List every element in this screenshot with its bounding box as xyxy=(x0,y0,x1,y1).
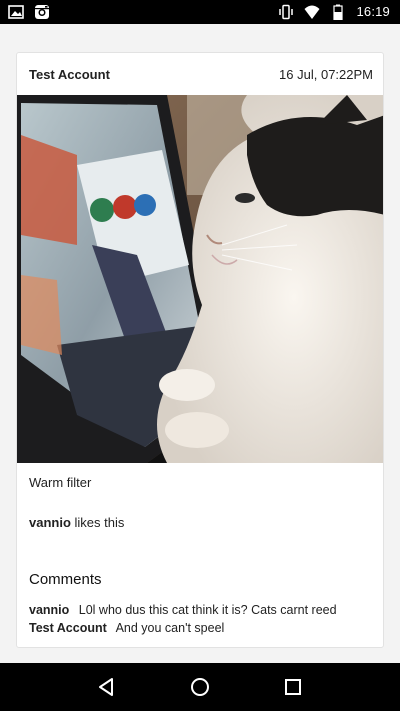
back-icon xyxy=(98,678,113,696)
post-likes: vannio likes this xyxy=(29,515,124,530)
wifi-icon xyxy=(304,5,320,19)
comment-text: And you can't speel xyxy=(115,621,225,635)
comment-user[interactable]: Test Account xyxy=(29,621,107,635)
recents-icon xyxy=(285,679,302,695)
instagram-icon xyxy=(35,5,49,19)
back-button[interactable] xyxy=(95,675,119,699)
comment-item: Test Account And you can't speel xyxy=(29,619,379,637)
post-timestamp: 16 Jul, 07:22PM xyxy=(279,66,373,82)
recents-button[interactable] xyxy=(281,675,305,699)
post-caption: Warm filter xyxy=(29,475,92,490)
post-card[interactable]: Test Account 16 Jul, 07:22PM Warm filter… xyxy=(16,52,384,648)
image-icon xyxy=(8,5,24,19)
home-icon xyxy=(190,678,209,696)
status-bar: 16:19 xyxy=(0,0,400,24)
battery-icon xyxy=(333,4,344,20)
comment-text: L0l who dus this cat think it is? Cats c… xyxy=(78,603,337,617)
comments-list: vannio L0l who dus this cat think it is?… xyxy=(29,601,379,637)
post-photo[interactable] xyxy=(17,95,383,463)
vibrate-icon xyxy=(279,4,294,20)
likes-text: likes this xyxy=(74,515,125,530)
likes-user[interactable]: vannio xyxy=(29,515,71,530)
comment-user[interactable]: vannio xyxy=(29,603,69,617)
comments-title: Comments xyxy=(29,571,102,588)
post-author[interactable]: Test Account xyxy=(29,67,110,82)
post-header: Test Account 16 Jul, 07:22PM xyxy=(17,53,383,95)
feed[interactable]: Test Account 16 Jul, 07:22PM Warm filter… xyxy=(0,24,400,663)
comment-item: vannio L0l who dus this cat think it is?… xyxy=(29,601,379,619)
navigation-bar xyxy=(0,663,400,711)
cat-laptop-photo xyxy=(17,95,383,463)
home-button[interactable] xyxy=(188,675,212,699)
status-time: 16:19 xyxy=(356,4,390,19)
